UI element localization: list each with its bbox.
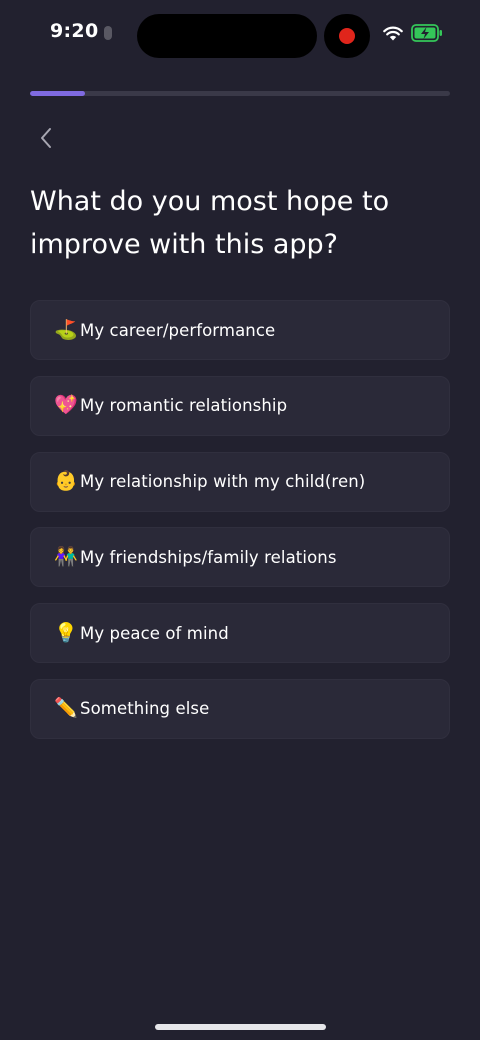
status-time: 9:20: [50, 20, 99, 42]
chevron-left-icon: [41, 128, 51, 148]
progress-fill: [30, 91, 85, 96]
light-bulb-icon: 💡: [54, 621, 78, 644]
option-label: Something else: [80, 699, 210, 719]
dynamic-island: [137, 14, 317, 58]
baby-icon: 👶: [54, 470, 78, 493]
option-label: My friendships/family relations: [80, 547, 337, 567]
recording-indicator: [324, 14, 370, 58]
answer-options-list: ⛳ My career/performance 💖 My romantic re…: [30, 300, 450, 755]
couple-icon: 👫: [54, 545, 78, 568]
pencil-icon: ✏️: [54, 697, 78, 720]
option-romantic-relationship[interactable]: 💖 My romantic relationship: [30, 375, 450, 436]
option-something-else[interactable]: ✏️ Something else: [30, 678, 450, 739]
option-label: My peace of mind: [80, 623, 229, 643]
question-title: What do you most hope to improve with th…: [30, 186, 390, 260]
golf-flag-icon: ⛳: [54, 318, 78, 341]
option-friendships-family[interactable]: 👫 My friendships/family relations: [30, 527, 450, 588]
option-label: My career/performance: [80, 320, 276, 340]
sparkling-heart-icon: 💖: [54, 394, 78, 417]
back-button[interactable]: [30, 122, 62, 154]
blurred-indicator: [104, 26, 112, 40]
option-label: My romantic relationship: [80, 396, 288, 416]
status-bar: 9:20: [0, 0, 480, 70]
wifi-icon: [383, 26, 403, 41]
option-peace-of-mind[interactable]: 💡 My peace of mind: [30, 603, 450, 664]
option-child-relationship[interactable]: 👶 My relationship with my child(ren): [30, 451, 450, 512]
option-label: My relationship with my child(ren): [80, 472, 366, 492]
recording-dot-icon: [339, 28, 355, 44]
onboarding-progress-bar: [30, 91, 450, 96]
home-indicator: [155, 1024, 326, 1030]
battery-charging-icon: [411, 24, 442, 42]
option-career[interactable]: ⛳ My career/performance: [30, 300, 450, 360]
